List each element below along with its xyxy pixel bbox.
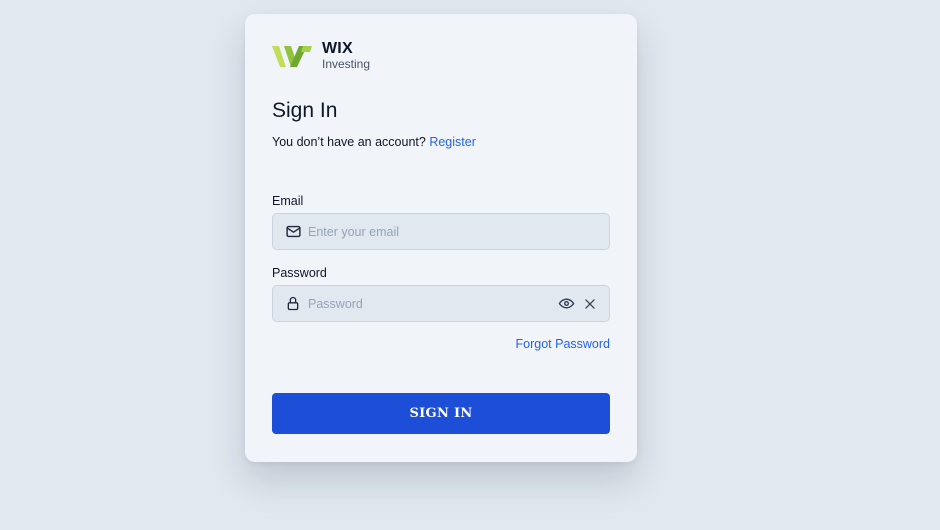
eye-icon[interactable] [557,295,575,313]
lock-icon [284,295,302,313]
email-input[interactable] [308,214,609,249]
page-title: Sign In [272,99,338,122]
brand-name: WIX [322,40,353,57]
register-prompt: You don’t have an account? Register [272,135,476,149]
forgot-password-link[interactable]: Forgot Password [516,337,610,351]
email-label: Email [272,194,304,208]
sign-in-button[interactable]: SIGN IN [272,393,610,434]
password-field-container [272,285,610,322]
password-label: Password [272,266,327,280]
brand-text: WIX Investing [322,40,371,71]
brand-subtitle: Investing [322,57,371,71]
mail-icon [284,223,302,241]
register-link[interactable]: Register [429,135,476,149]
brand-logo: WIX Investing [272,41,370,70]
sign-in-card: WIX Investing Sign In You don’t have an … [245,14,637,462]
email-field-container [272,213,610,250]
wix-logo-icon [272,45,312,67]
register-prompt-text: You don’t have an account? [272,135,426,149]
close-icon[interactable] [581,295,599,313]
password-input[interactable] [308,286,557,321]
